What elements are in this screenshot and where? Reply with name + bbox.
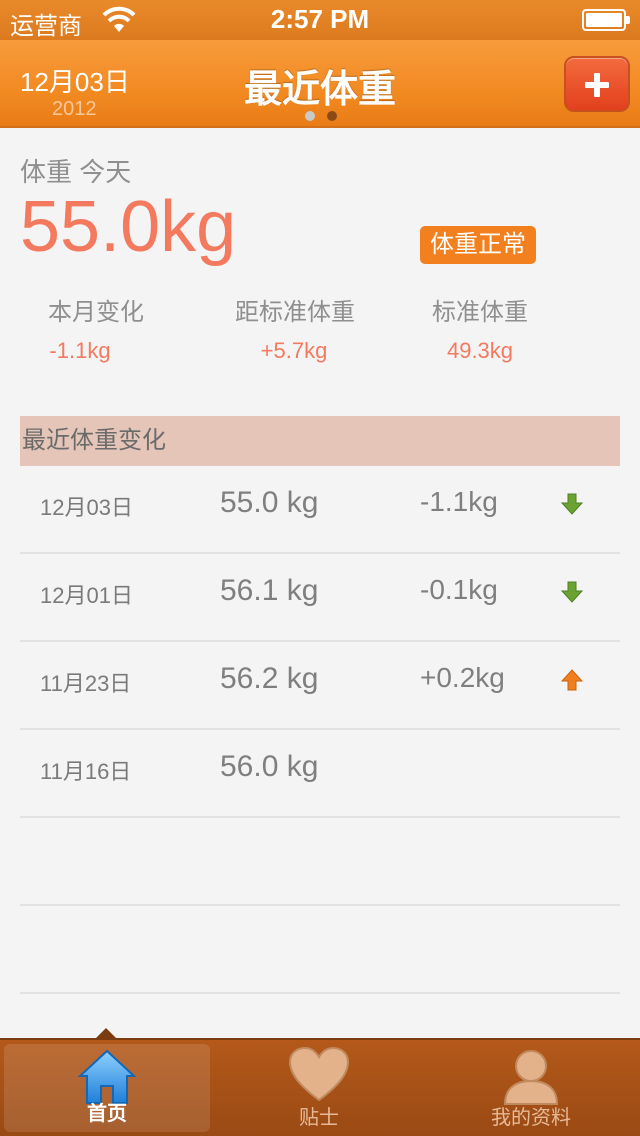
row-date: 12月03日 bbox=[40, 495, 133, 520]
empty-row bbox=[20, 818, 620, 906]
history-row[interactable]: 12月01日 56.1 kg -0.1kg bbox=[20, 554, 620, 642]
row-date: 11月16日 bbox=[40, 759, 132, 784]
empty-row bbox=[20, 906, 620, 994]
history-row[interactable]: 11月16日 56.0 kg bbox=[20, 730, 620, 818]
tab-profile[interactable]: 我的资料 bbox=[428, 1040, 634, 1136]
page-dot-2[interactable] bbox=[327, 111, 337, 121]
status-badge: 体重正常 bbox=[420, 226, 536, 264]
row-weight: 56.1 kg bbox=[220, 574, 319, 607]
row-date: 11月23日 bbox=[40, 671, 132, 696]
month-change-label: 本月变化 bbox=[48, 299, 144, 326]
nav-bar: 12月03日 2012 最近体重 bbox=[0, 40, 640, 128]
history-row[interactable]: 12月03日 55.0 kg -1.1kg bbox=[20, 466, 620, 554]
battery-icon bbox=[582, 9, 630, 31]
row-weight: 55.0 kg bbox=[220, 486, 319, 519]
row-change: +0.2kg bbox=[420, 662, 505, 693]
tab-profile-label: 我的资料 bbox=[491, 1107, 571, 1129]
history-row[interactable]: 11月23日 56.2 kg +0.2kg bbox=[20, 642, 620, 730]
standard-weight-value: 49.3kg bbox=[446, 338, 514, 363]
tab-bar: 首页 贴士 我的资料 bbox=[0, 1028, 640, 1136]
arrow-up-icon bbox=[560, 669, 584, 691]
row-change: -0.1kg bbox=[420, 574, 498, 605]
history-section-header: 最近体重变化 bbox=[20, 416, 620, 466]
add-weight-button[interactable] bbox=[564, 56, 630, 112]
standard-weight-label: 标准体重 bbox=[432, 299, 528, 326]
month-change-value: -1.1kg bbox=[49, 338, 111, 363]
heart-icon bbox=[288, 1046, 350, 1102]
row-weight: 56.2 kg bbox=[220, 662, 319, 695]
tab-home-label: 首页 bbox=[87, 1103, 127, 1125]
arrow-down-icon bbox=[560, 581, 584, 603]
row-change: -1.1kg bbox=[420, 486, 498, 517]
distance-to-standard-label: 距标准体重 bbox=[235, 299, 355, 326]
tab-home[interactable]: 首页 bbox=[4, 1044, 210, 1132]
page-dot-1[interactable] bbox=[305, 111, 315, 121]
tab-tips[interactable]: 贴士 bbox=[216, 1040, 422, 1136]
distance-to-standard-value: +5.7kg bbox=[260, 338, 328, 363]
status-bar: 运营商 2:57 PM bbox=[0, 0, 640, 40]
today-weight-value: 55.0kg bbox=[20, 187, 237, 267]
row-weight: 56.0 kg bbox=[220, 750, 319, 783]
page-title: 最近体重 bbox=[243, 69, 396, 111]
row-date: 12月01日 bbox=[40, 583, 133, 608]
active-tab-pointer bbox=[94, 1028, 118, 1040]
person-icon bbox=[503, 1050, 559, 1105]
page-indicator[interactable] bbox=[305, 108, 349, 126]
today-weight-label: 体重 今天 bbox=[20, 157, 132, 187]
arrow-down-icon bbox=[560, 493, 584, 515]
clock: 2:57 PM bbox=[270, 4, 370, 34]
tab-tips-label: 贴士 bbox=[299, 1107, 339, 1129]
